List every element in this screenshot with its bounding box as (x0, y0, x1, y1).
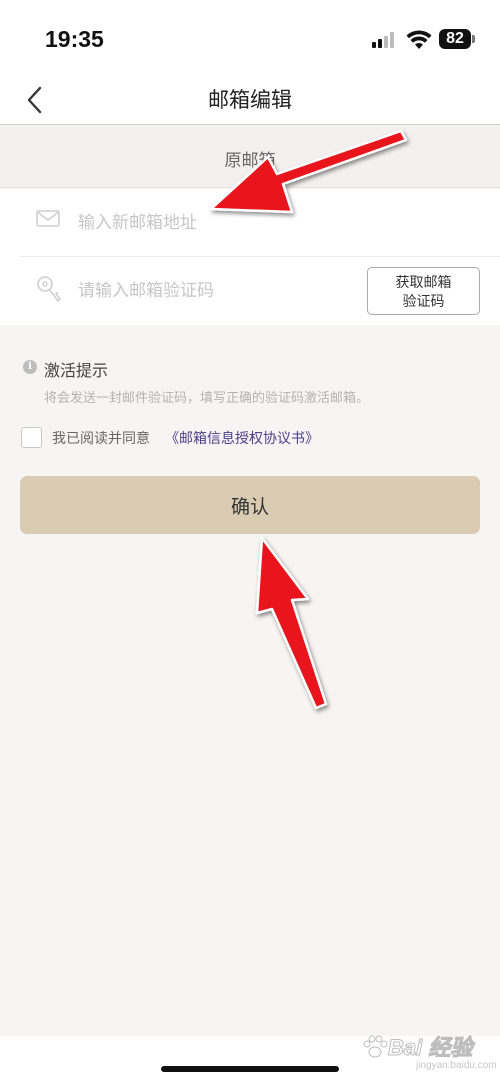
nav-bar: 邮箱编辑 (0, 78, 500, 125)
agreement-text: 我已阅读并同意 (52, 431, 150, 447)
new-email-row (20, 189, 500, 257)
key-icon (37, 276, 61, 302)
verification-code-row: 获取邮箱 验证码 (20, 257, 500, 325)
envelope-icon (36, 210, 60, 227)
battery-cap (472, 35, 475, 43)
arrow-to-confirm-button (255, 536, 328, 710)
original-email-label: 原邮箱 (224, 151, 276, 171)
page-title: 邮箱编辑 (208, 88, 292, 112)
email-form: 获取邮箱 验证码 (0, 189, 500, 325)
verification-code-input[interactable] (78, 281, 348, 301)
paw-logo-icon (363, 1035, 388, 1058)
info-icon: i (23, 360, 37, 374)
cellular-signal-icon (372, 32, 398, 48)
watermark-url: jingyan.baidu.com (416, 1060, 497, 1071)
hint-title: 激活提示 (44, 361, 109, 380)
original-email-row: 原邮箱 (0, 126, 500, 188)
status-time: 19:35 (45, 26, 104, 52)
wifi-icon (406, 30, 432, 49)
get-code-label-line2: 验证码 (402, 294, 445, 310)
confirm-button[interactable]: 确认 (20, 476, 480, 534)
get-verification-code-button[interactable]: 获取邮箱 验证码 (367, 267, 480, 315)
agreement-checkbox[interactable] (21, 427, 42, 448)
hint-description: 将会发送一封邮件验证码，填写正确的验证码激活邮箱。 (44, 391, 370, 406)
status-bar: 19:35 82 (0, 0, 500, 78)
agreement-link[interactable]: 《邮箱信息授权协议书》 (165, 428, 319, 448)
home-indicator[interactable] (161, 1066, 339, 1072)
battery-indicator: 82 (439, 29, 471, 49)
new-email-input[interactable] (78, 213, 348, 233)
baidu-jingyan-watermark: Bai 经验 jingyan.baidu.com (362, 1030, 497, 1080)
watermark-logo-text: Bai 经验 (387, 1035, 473, 1061)
get-code-label-line1: 获取邮箱 (395, 275, 452, 291)
